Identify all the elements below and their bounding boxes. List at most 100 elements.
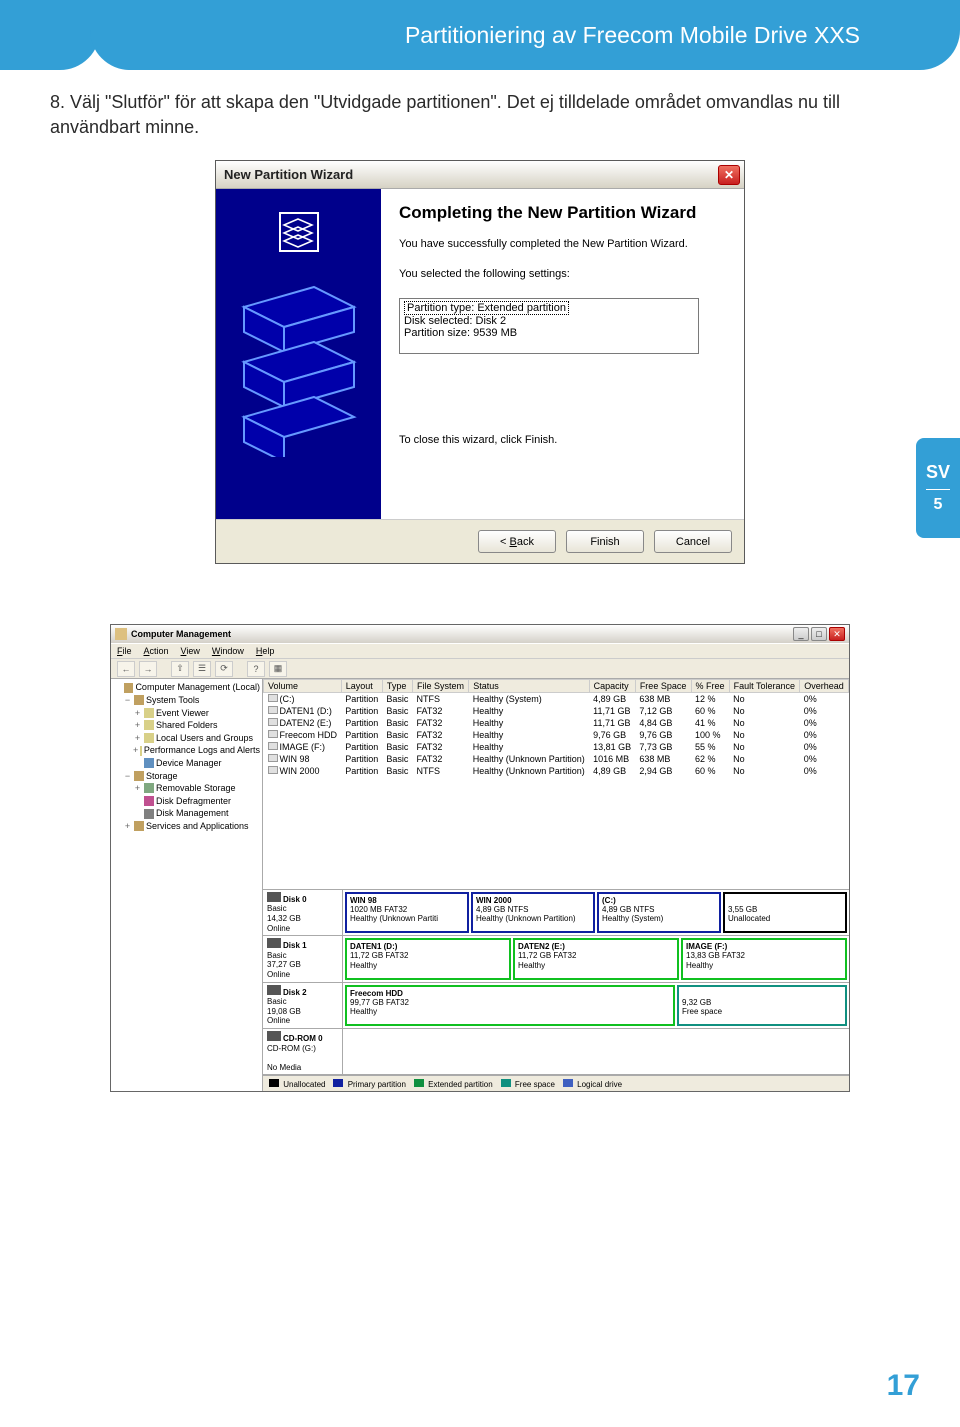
header-tab-right: Partitioniering av Freecom Mobile Drive … [90, 0, 960, 70]
column-header[interactable]: % Free [691, 680, 729, 693]
menu-item[interactable]: File [117, 646, 132, 656]
close-icon[interactable]: ✕ [829, 627, 845, 641]
cm-tree[interactable]: Computer Management (Local)−System Tools… [111, 679, 263, 1091]
page-title: Partitioniering av Freecom Mobile Drive … [405, 22, 860, 49]
nav-fwd-icon[interactable]: → [139, 661, 157, 677]
column-header[interactable]: Layout [341, 680, 382, 693]
legend-item: Unallocated [269, 1079, 325, 1089]
tree-item[interactable]: Device Manager [113, 757, 260, 770]
back-button[interactable]: < Back [478, 530, 556, 553]
partition-block[interactable]: 9,32 GBFree space [677, 985, 847, 1026]
settings-list: Partition type: Extended partition Disk … [399, 298, 699, 354]
cm-body: Computer Management (Local)−System Tools… [111, 679, 849, 1091]
help-icon[interactable]: ? [247, 661, 265, 677]
disk-label: Disk 1Basic37,27 GBOnline [263, 936, 343, 981]
partition-block[interactable]: DATEN1 (D:)11,72 GB FAT32Healthy [345, 938, 511, 979]
setting-row: Disk selected: Disk 2 [404, 315, 694, 327]
cm-toolbar: ← → ⇧ ☰ ⟳ ? ▦ [111, 659, 849, 679]
column-header[interactable]: Status [469, 680, 589, 693]
tree-item[interactable]: +Performance Logs and Alerts [113, 744, 260, 757]
cm-right: VolumeLayoutTypeFile SystemStatusCapacit… [263, 679, 849, 1091]
table-row[interactable]: (C:)PartitionBasicNTFSHealthy (System)4,… [264, 693, 849, 706]
wizard-body: Completing the New Partition Wizard You … [216, 189, 744, 519]
disk-label: CD-ROM 0CD-ROM (G:)No Media [263, 1029, 343, 1074]
menu-item[interactable]: View [181, 646, 200, 656]
setting-row: Partition type: Extended partition [404, 301, 569, 315]
tree-item[interactable]: Computer Management (Local) [113, 681, 260, 694]
legend-item: Extended partition [414, 1079, 493, 1089]
column-header[interactable]: Capacity [589, 680, 635, 693]
wizard-heading: Completing the New Partition Wizard [399, 203, 726, 223]
tree-item[interactable]: Disk Defragmenter [113, 795, 260, 808]
column-header[interactable]: File System [413, 680, 469, 693]
close-icon[interactable]: ✕ [718, 165, 740, 185]
page-header: Partitioniering av Freecom Mobile Drive … [0, 0, 960, 70]
disk-row: CD-ROM 0CD-ROM (G:)No Media [263, 1029, 849, 1075]
partition-block[interactable]: Freecom HDD99,77 GB FAT32Healthy [345, 985, 675, 1026]
disk-label: Disk 0Basic14,32 GBOnline [263, 890, 343, 935]
partition-block[interactable]: IMAGE (F:)13,83 GB FAT32Healthy [681, 938, 847, 979]
table-row[interactable]: IMAGE (F:)PartitionBasicFAT32Healthy13,8… [264, 741, 849, 753]
wizard-side-graphic [216, 189, 381, 519]
tree-item[interactable]: +Services and Applications [113, 820, 260, 833]
tree-item[interactable]: +Shared Folders [113, 719, 260, 732]
side-tab: SV 5 [916, 438, 960, 538]
legend-item: Primary partition [333, 1079, 405, 1089]
column-header[interactable]: Free Space [635, 680, 691, 693]
partition-block[interactable]: WIN 20004,89 GB NTFSHealthy (Unknown Par… [471, 892, 595, 933]
cm-titlebar: Computer Management _ □ ✕ [111, 625, 849, 643]
table-row[interactable]: WIN 2000PartitionBasicNTFSHealthy (Unkno… [264, 765, 849, 777]
menu-item[interactable]: Help [256, 646, 275, 656]
tree-item[interactable]: −System Tools [113, 694, 260, 707]
disk-label: Disk 2Basic19,08 GBOnline [263, 983, 343, 1028]
partition-block[interactable]: WIN 981020 MB FAT32Healthy (Unknown Part… [345, 892, 469, 933]
computer-management-window: Computer Management _ □ ✕ File Action View… [110, 624, 850, 1092]
volume-table: VolumeLayoutTypeFile SystemStatusCapacit… [263, 679, 849, 777]
header-tab-left [0, 0, 100, 70]
disk-row: Disk 2Basic19,08 GBOnlineFreecom HDD99,7… [263, 983, 849, 1029]
partition-block[interactable]: DATEN2 (E:)11,72 GB FAT32Healthy [513, 938, 679, 979]
side-tab-lang: SV [926, 462, 950, 483]
column-header[interactable]: Overhead [800, 680, 849, 693]
column-header[interactable]: Fault Tolerance [729, 680, 800, 693]
table-row[interactable]: WIN 98PartitionBasicFAT32Healthy (Unknow… [264, 753, 849, 765]
tree-item[interactable]: −Storage [113, 770, 260, 783]
nav-back-icon[interactable]: ← [117, 661, 135, 677]
disks-icon [234, 277, 364, 457]
table-row[interactable]: DATEN1 (D:)PartitionBasicFAT32Healthy11,… [264, 705, 849, 717]
menu-item[interactable]: Window [212, 646, 244, 656]
props-icon[interactable]: ☰ [193, 661, 211, 677]
cm-menubar: File Action View Window Help [111, 643, 849, 659]
maximize-icon[interactable]: □ [811, 627, 827, 641]
finish-button[interactable]: Finish [566, 530, 644, 553]
up-icon[interactable]: ⇧ [171, 661, 189, 677]
wizard-close-line: To close this wizard, click Finish. [399, 434, 726, 446]
view-icon[interactable]: ▦ [269, 661, 287, 677]
new-partition-wizard: New Partition Wizard ✕ [215, 160, 745, 564]
cancel-button[interactable]: Cancel [654, 530, 732, 553]
disk-panel: Disk 0Basic14,32 GBOnlineWIN 981020 MB F… [263, 889, 849, 1076]
column-header[interactable]: Type [382, 680, 412, 693]
body-paragraph: 8. Välj "Slutför" för att skapa den "Utv… [50, 90, 910, 140]
tree-item[interactable]: +Event Viewer [113, 707, 260, 720]
wizard-title: New Partition Wizard [224, 167, 353, 182]
minimize-icon[interactable]: _ [793, 627, 809, 641]
tree-item[interactable]: Disk Management [113, 807, 260, 820]
table-row[interactable]: DATEN2 (E:)PartitionBasicFAT32Healthy11,… [264, 717, 849, 729]
menu-item[interactable]: Action [144, 646, 169, 656]
wizard-main: Completing the New Partition Wizard You … [381, 189, 744, 519]
refresh-icon[interactable]: ⟳ [215, 661, 233, 677]
table-row[interactable]: Freecom HDDPartitionBasicFAT32Healthy9,7… [264, 729, 849, 741]
partition-block[interactable]: (C:)4,89 GB NTFSHealthy (System) [597, 892, 721, 933]
wizard-footer: < Back Finish Cancel [216, 519, 744, 563]
legend-item: Free space [501, 1079, 555, 1089]
cm-app-icon [115, 628, 127, 640]
disk-row: Disk 1Basic37,27 GBOnlineDATEN1 (D:)11,7… [263, 936, 849, 982]
column-header[interactable]: Volume [264, 680, 342, 693]
tree-item[interactable]: +Removable Storage [113, 782, 260, 795]
disk-legend: Unallocated Primary partition Extended p… [263, 1075, 849, 1091]
tree-item[interactable]: +Local Users and Groups [113, 732, 260, 745]
wizard-subtext: You have successfully completed the New … [399, 238, 726, 250]
partition-block[interactable]: 3,55 GBUnallocated [723, 892, 847, 933]
books-icon [274, 207, 324, 257]
